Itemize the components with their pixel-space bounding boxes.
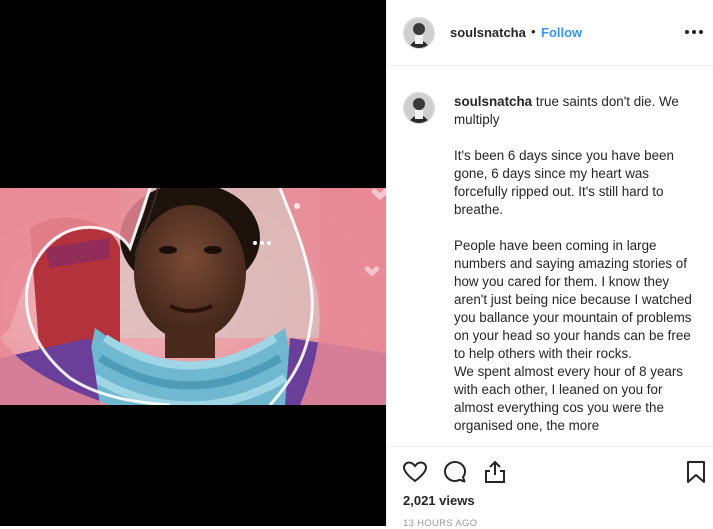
avatar-image bbox=[404, 18, 434, 48]
more-horizontal-icon[interactable] bbox=[683, 22, 705, 42]
author-avatar[interactable] bbox=[403, 17, 435, 49]
view-count[interactable]: 2,021 views bbox=[403, 493, 475, 508]
heart-icon[interactable] bbox=[402, 459, 428, 485]
post-timestamp[interactable]: 13 HOURS AGO bbox=[403, 518, 477, 529]
action-bar: 2,021 views 13 HOURS AGO bbox=[387, 446, 713, 529]
post-media[interactable] bbox=[0, 0, 386, 526]
video-frame[interactable] bbox=[0, 188, 386, 405]
share-icon[interactable] bbox=[482, 459, 508, 485]
author-username[interactable]: soulsnatcha bbox=[450, 25, 526, 40]
follow-button[interactable]: Follow bbox=[541, 25, 582, 40]
bookmark-icon[interactable] bbox=[683, 459, 709, 485]
separator-dot: • bbox=[531, 24, 536, 39]
post-header: soulsnatcha • Follow bbox=[387, 0, 713, 66]
caption-area: soulsnatcha true saints don't die. We mu… bbox=[387, 66, 713, 446]
avatar-image bbox=[404, 93, 434, 123]
caption-paragraph-2: People have been coming in large numbers… bbox=[454, 238, 692, 361]
caption-paragraph-1: It's been 6 days since you have been gon… bbox=[454, 148, 674, 217]
post-caption: soulsnatcha true saints don't die. We mu… bbox=[454, 93, 702, 435]
caption-username[interactable]: soulsnatcha bbox=[454, 94, 532, 109]
caption-paragraph-3: We spent almost every hour of 8 years wi… bbox=[454, 364, 683, 433]
comment-icon[interactable] bbox=[442, 459, 468, 485]
video-thumbnail bbox=[0, 188, 386, 405]
post-panel: soulsnatcha • Follow soulsnatcha true sa… bbox=[386, 0, 713, 529]
caption-author-avatar[interactable] bbox=[403, 92, 435, 124]
